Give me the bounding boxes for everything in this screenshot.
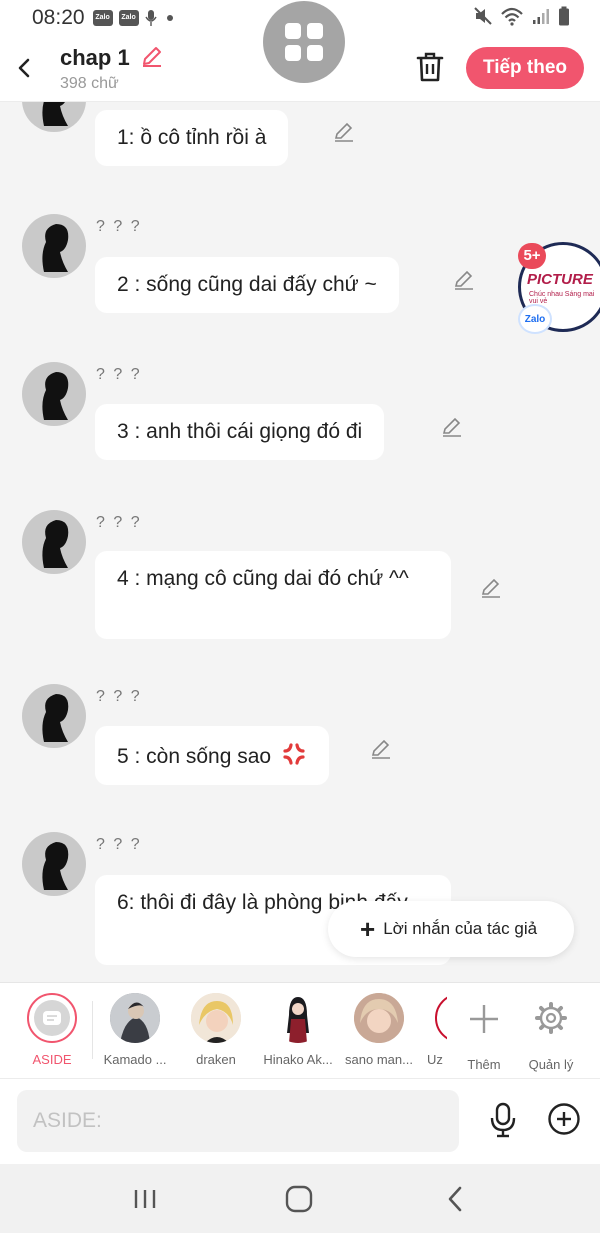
trash-icon[interactable] <box>414 50 446 84</box>
message-bubble[interactable]: 5 : còn sống sao <box>95 726 329 785</box>
floating-zalo-badge[interactable]: PICTURE Chúc nhau Sáng mai vui vẻ 5+ Zal… <box>518 242 600 334</box>
character-aside[interactable]: ASIDE <box>10 993 94 1067</box>
floating-grid-button[interactable] <box>263 1 345 83</box>
edit-message-icon[interactable] <box>479 575 503 599</box>
author-note-label: Lời nhắn của tác giả <box>383 919 538 938</box>
recent-apps-icon[interactable] <box>128 1184 162 1214</box>
author-note-button[interactable]: + Lời nhắn của tác giả <box>328 901 574 957</box>
word-count: 398 chữ <box>60 75 119 92</box>
manage-characters-button[interactable]: Quản lý <box>509 993 593 1072</box>
home-icon[interactable] <box>282 1184 316 1214</box>
character-avatar <box>110 993 160 1043</box>
chapter-title[interactable]: chap 1 <box>60 45 130 71</box>
status-right-icons <box>474 6 570 26</box>
character-draken[interactable]: draken <box>174 993 258 1067</box>
battery-icon <box>559 6 569 26</box>
chat-area[interactable]: 1: ồ cô tỉnh rồi à ? ? ? 2 : sống cũng d… <box>0 102 600 982</box>
character-bar: ASIDE Kamado ... draken Hinako Ak... san… <box>0 982 600 1078</box>
grid-icon-cell <box>307 23 323 39</box>
plus-icon <box>470 1005 498 1033</box>
back-icon[interactable] <box>10 52 38 84</box>
manage-label: Quản lý <box>528 1057 574 1072</box>
character-avatar <box>273 993 323 1043</box>
unread-count-badge: 5+ <box>518 243 546 269</box>
zalo-app-icon: Zalo <box>518 304 552 334</box>
status-time: 08:20 <box>32 6 85 29</box>
character-name: ? ? ? <box>96 688 142 705</box>
grid-icon-cell <box>307 45 323 61</box>
edit-message-icon[interactable] <box>369 736 393 760</box>
silhouette-avatar-icon <box>42 520 69 568</box>
gear-icon <box>535 1002 567 1034</box>
mic-icon[interactable] <box>488 1102 518 1138</box>
silhouette-avatar-icon <box>42 842 69 890</box>
message-bubble[interactable]: 1: ồ cô tỉnh rồi à <box>95 110 289 166</box>
avatar[interactable] <box>22 684 86 748</box>
next-button[interactable]: Tiếp theo <box>466 47 584 89</box>
signal-icon <box>533 9 549 24</box>
character-name: ? ? ? <box>96 366 142 383</box>
aside-input[interactable] <box>17 1090 459 1152</box>
silhouette-avatar-icon <box>42 102 68 126</box>
character-name: draken <box>196 1052 236 1067</box>
silhouette-avatar-icon <box>42 372 69 420</box>
avatar[interactable] <box>22 214 86 278</box>
character-hinako[interactable]: Hinako Ak... <box>256 993 340 1067</box>
message-bubble[interactable]: 3 : anh thôi cái giọng đó đi <box>95 404 385 460</box>
character-name: Hinako Ak... <box>263 1052 333 1067</box>
character-name: ? ? ? <box>96 218 142 235</box>
mic-status-icon <box>144 10 157 26</box>
anger-emoji-icon <box>283 743 305 765</box>
mute-icon <box>474 7 492 25</box>
character-avatar <box>191 993 241 1043</box>
zalo-notification-icon: Zalo <box>92 10 113 26</box>
picture-label: PICTURE <box>527 271 593 288</box>
edit-message-icon[interactable] <box>332 119 356 143</box>
grid-icon-cell <box>285 45 301 61</box>
character-name: ? ? ? <box>96 514 142 531</box>
message-text: 5 : còn sống sao <box>117 745 272 768</box>
aside-message-icon <box>34 1000 70 1036</box>
silhouette-avatar-icon <box>42 224 69 272</box>
character-name: ? ? ? <box>96 836 142 853</box>
picture-subtext: Chúc nhau Sáng mai vui vẻ <box>529 291 595 305</box>
input-bar <box>0 1078 600 1164</box>
avatar[interactable] <box>22 102 86 132</box>
avatar[interactable] <box>22 362 86 426</box>
edit-message-icon[interactable] <box>440 414 464 438</box>
add-circle-icon[interactable] <box>547 1102 581 1136</box>
plus-icon: + <box>360 914 376 944</box>
character-name: ASIDE <box>32 1052 72 1067</box>
message-bubble[interactable]: 2 : sống cũng dai đấy chứ ~ <box>95 257 399 313</box>
avatar[interactable] <box>22 510 86 574</box>
title-block: chap 1 398 chữ <box>60 44 164 93</box>
character-kamado[interactable]: Kamado ... <box>93 993 177 1067</box>
character-sano-manjiro[interactable]: sano man... <box>337 993 421 1067</box>
edit-title-icon[interactable] <box>140 44 164 68</box>
message-bubble[interactable]: 4 : mạng cô cũng dai đó chứ ^^ <box>95 551 451 639</box>
aside-avatar <box>27 993 77 1043</box>
nav-back-icon[interactable] <box>440 1184 474 1214</box>
silhouette-avatar-icon <box>42 694 69 742</box>
grid-icon-cell <box>285 23 301 39</box>
wifi-icon <box>501 7 523 26</box>
zalo-notification-icon-2: Zalo <box>118 10 139 26</box>
character-avatar <box>354 993 404 1043</box>
avatar[interactable] <box>22 832 86 896</box>
character-name: Kamado ... <box>103 1052 167 1067</box>
edit-message-icon[interactable] <box>452 267 476 291</box>
notification-dot <box>166 15 173 21</box>
character-name: sano man... <box>345 1052 413 1067</box>
system-nav-bar <box>0 1164 600 1233</box>
